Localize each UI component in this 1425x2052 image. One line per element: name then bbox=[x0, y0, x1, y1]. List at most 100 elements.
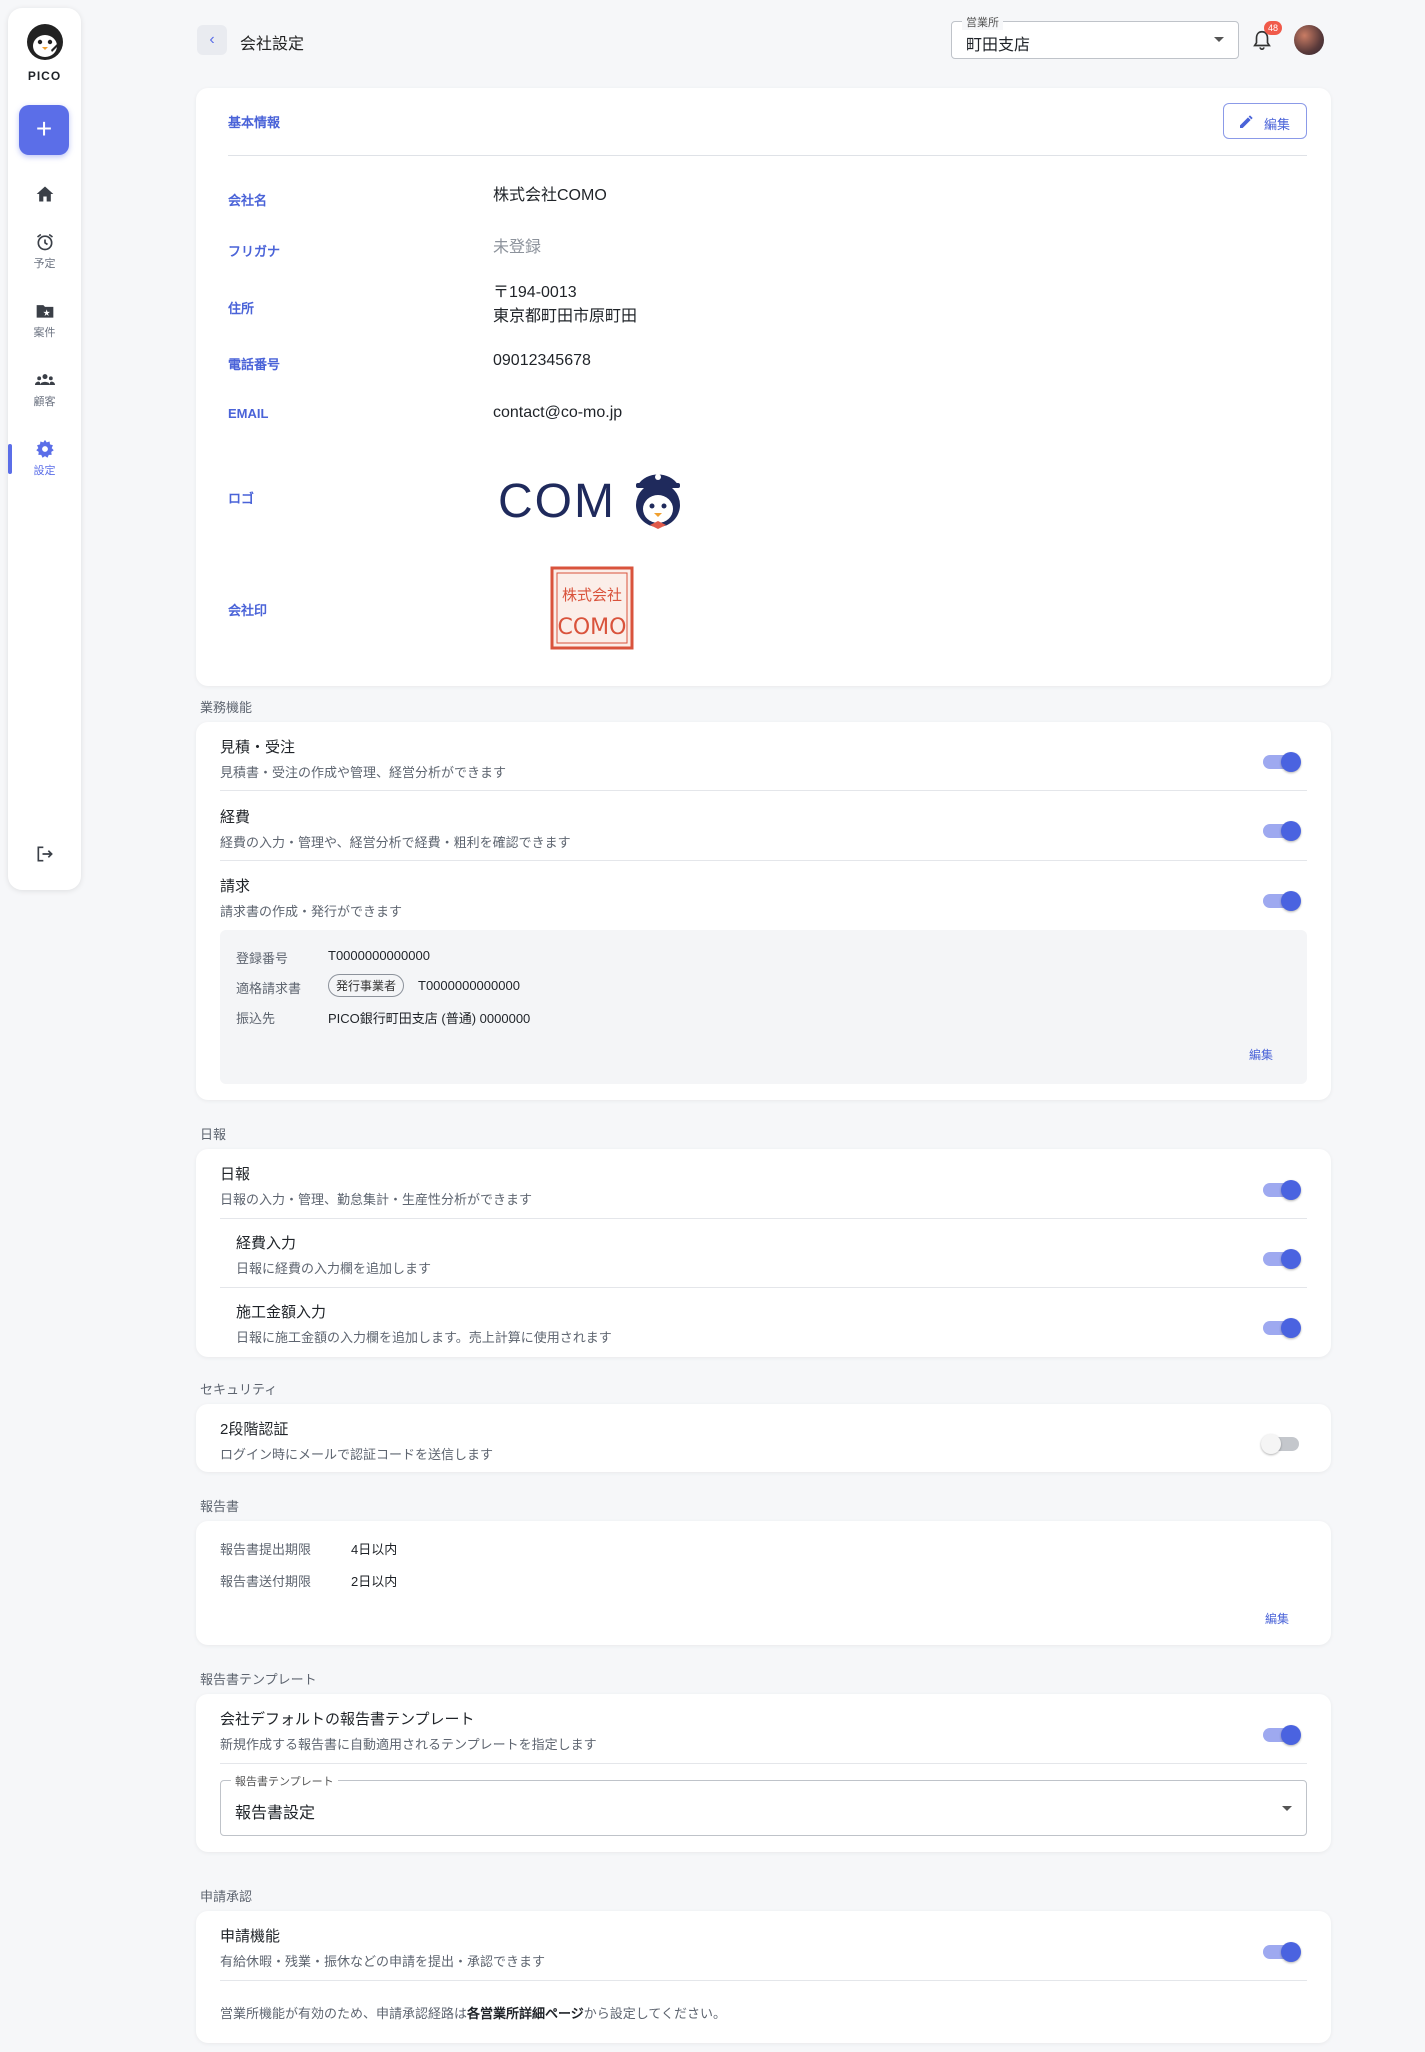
postal-code-value: 〒194-0013 bbox=[493, 284, 577, 301]
logo-key: ロゴ bbox=[228, 491, 255, 506]
two-factor-toggle[interactable] bbox=[1261, 1434, 1299, 1454]
feature-title: 2段階認証 bbox=[220, 1421, 289, 1438]
feature-title: 会社デフォルトの報告書テンプレート bbox=[220, 1711, 475, 1728]
logout-icon bbox=[37, 846, 53, 862]
approval-note-text: 営業所機能が有効のため、申請承認経路は bbox=[220, 2006, 468, 2021]
divider bbox=[220, 1287, 1307, 1288]
sidebar-label-schedule: 予定 bbox=[33, 258, 56, 270]
feature-expense-input: 経費入力 日報に経費の入力欄を追加します bbox=[236, 1232, 1307, 1277]
invoice-edit-link[interactable]: 編集 bbox=[1249, 1046, 1273, 1063]
business-card: 見積・受注 見積書・受注の作成や管理、経営分析ができます 経費 経費の入力・管理… bbox=[196, 722, 1331, 1100]
application-toggle[interactable] bbox=[1263, 1942, 1301, 1962]
feature-desc: 有給休暇・残業・振休などの申請を提出・承認できます bbox=[220, 1954, 546, 1969]
report-send-key: 報告書送付期限 bbox=[220, 1574, 312, 1589]
edit-label: 編集 bbox=[1264, 117, 1291, 132]
pencil-icon bbox=[1240, 115, 1253, 128]
office-detail-link[interactable]: 各営業所詳細ページ bbox=[467, 2006, 584, 2021]
expense-input-toggle[interactable] bbox=[1263, 1249, 1301, 1269]
feature-desc: 請求書の作成・発行ができます bbox=[220, 904, 403, 919]
add-button[interactable]: + bbox=[19, 105, 69, 155]
invoice-toggle[interactable] bbox=[1263, 891, 1301, 911]
sidebar-label-projects: 案件 bbox=[33, 327, 56, 339]
feature-desc: 日報に経費の入力欄を追加します bbox=[236, 1261, 432, 1276]
report-send-value: 2日以内 bbox=[351, 1574, 398, 1589]
company-name-value: 株式会社COMO bbox=[493, 187, 607, 204]
sidebar-item-home[interactable] bbox=[8, 184, 81, 204]
sidebar-item-schedule[interactable]: 予定 bbox=[8, 232, 81, 271]
divider bbox=[220, 1980, 1307, 1981]
approval-note: 営業所機能が有効のため、申請承認経路は各営業所詳細ページから設定してください。 bbox=[220, 2003, 726, 2022]
email-key: EMAIL bbox=[228, 406, 269, 421]
sidebar-item-customers[interactable]: 顧客 bbox=[8, 370, 81, 409]
bank-account-value: PICO銀行町田支店 (普通) 0000000 bbox=[328, 1011, 531, 1026]
feature-title: 申請機能 bbox=[220, 1928, 281, 1945]
registration-number-value: T0000000000000 bbox=[328, 948, 430, 963]
report-deadline-key: 報告書提出期限 bbox=[220, 1542, 312, 1557]
feature-daily-report: 日報 日報の入力・管理、勤怠集計・生産性分析ができます bbox=[220, 1163, 1307, 1208]
report-deadline-value: 4日以内 bbox=[351, 1542, 398, 1557]
basic-info-heading: 基本情報 bbox=[228, 115, 281, 130]
feature-title: 経費入力 bbox=[236, 1235, 297, 1252]
feature-desc: 見積書・受注の作成や管理、経営分析ができます bbox=[220, 765, 507, 780]
feature-title: 日報 bbox=[220, 1166, 251, 1183]
feature-desc: ログイン時にメールで認証コードを送信します bbox=[220, 1447, 494, 1462]
report-card: 報告書提出期限 4日以内 報告書送付期限 2日以内 編集 bbox=[196, 1521, 1331, 1645]
construction-amount-toggle[interactable] bbox=[1263, 1318, 1301, 1338]
logout-button[interactable] bbox=[8, 844, 81, 864]
company-logo-image: COM bbox=[498, 474, 680, 529]
alarm-clock-icon bbox=[36, 233, 53, 251]
basic-info-edit-button[interactable]: 編集 bbox=[1223, 103, 1307, 139]
business-section-label: 業務機能 bbox=[200, 700, 253, 715]
home-icon bbox=[36, 186, 53, 202]
daily-report-toggle[interactable] bbox=[1263, 1180, 1301, 1200]
daily-section-label: 日報 bbox=[200, 1127, 227, 1142]
phone-value: 09012345678 bbox=[493, 352, 591, 369]
folder-star-icon bbox=[36, 305, 53, 318]
expense-toggle[interactable] bbox=[1263, 821, 1301, 841]
feature-desc: 日報に施工金額の入力欄を追加します。売上計算に使用されます bbox=[236, 1330, 612, 1345]
security-section-label: セキュリティ bbox=[200, 1382, 278, 1397]
sidebar-label-customers: 顧客 bbox=[33, 396, 56, 408]
qualified-invoice-key: 適格請求書 bbox=[236, 981, 302, 996]
feature-desc: 新規作成する報告書に自動適用されるテンプレートを指定します bbox=[220, 1737, 597, 1752]
estimate-toggle[interactable] bbox=[1263, 752, 1301, 772]
seal-bottom-text: COMO bbox=[558, 615, 627, 640]
default-template-toggle[interactable] bbox=[1263, 1725, 1301, 1745]
approval-note-text-end: から設定してください。 bbox=[583, 2006, 726, 2021]
sidebar-item-projects[interactable]: 案件 bbox=[8, 301, 81, 340]
feature-invoice: 請求 請求書の作成・発行ができます bbox=[220, 875, 1307, 920]
feature-construction-amount: 施工金額入力 日報に施工金額の入力欄を追加します。売上計算に使用されます bbox=[236, 1301, 1307, 1346]
approval-card: 申請機能 有給休暇・残業・振休などの申請を提出・承認できます 営業所機能が有効の… bbox=[196, 1911, 1331, 2043]
basic-info-card: 基本情報 編集 会社名 株式会社COMO フリガナ 未登録 住所 〒194-00… bbox=[196, 88, 1331, 686]
caret-down-icon bbox=[1282, 1806, 1292, 1811]
feature-desc: 日報の入力・管理、勤怠集計・生産性分析ができます bbox=[220, 1192, 533, 1207]
furigana-key: フリガナ bbox=[228, 244, 281, 259]
report-section-label: 報告書 bbox=[200, 1499, 240, 1514]
user-avatar[interactable] bbox=[1294, 25, 1324, 55]
office-select-value: 町田支店 bbox=[966, 37, 1031, 54]
app-logo[interactable]: PICO bbox=[8, 22, 81, 83]
svg-text:COM: COM bbox=[498, 475, 616, 528]
divider bbox=[220, 1218, 1307, 1219]
company-seal-image: 株式会社 COMO bbox=[550, 566, 634, 650]
penguin-logo-icon bbox=[26, 24, 63, 60]
report-edit-link[interactable]: 編集 bbox=[1265, 1610, 1289, 1627]
sidebar-item-settings[interactable]: 設定 bbox=[8, 439, 81, 478]
furigana-value: 未登録 bbox=[493, 239, 542, 256]
sidebar-label-settings: 設定 bbox=[33, 465, 56, 477]
template-select[interactable]: 報告書テンプレート 報告書設定 bbox=[220, 1773, 1307, 1836]
template-section-label: 報告書テンプレート bbox=[200, 1672, 317, 1687]
feature-title: 請求 bbox=[220, 878, 251, 895]
brand-name: PICO bbox=[27, 69, 62, 83]
phone-key: 電話番号 bbox=[228, 357, 281, 372]
feature-expense: 経費 経費の入力・管理や、経営分析で経費・粗利を確認できます bbox=[220, 806, 1307, 851]
email-value: contact@co-mo.jp bbox=[493, 404, 623, 421]
issuer-chip: 発行事業者 bbox=[328, 974, 405, 997]
office-select[interactable]: 営業所 町田支店 bbox=[951, 14, 1239, 59]
seal-key: 会社印 bbox=[228, 603, 268, 618]
address-value: 東京都町田市原町田 bbox=[493, 308, 638, 325]
people-icon bbox=[34, 374, 55, 385]
sidebar: PICO + 予定 案件 顧客 設定 bbox=[8, 8, 81, 890]
back-button[interactable]: ‹ bbox=[197, 25, 227, 55]
feature-title: 施工金額入力 bbox=[236, 1304, 327, 1321]
